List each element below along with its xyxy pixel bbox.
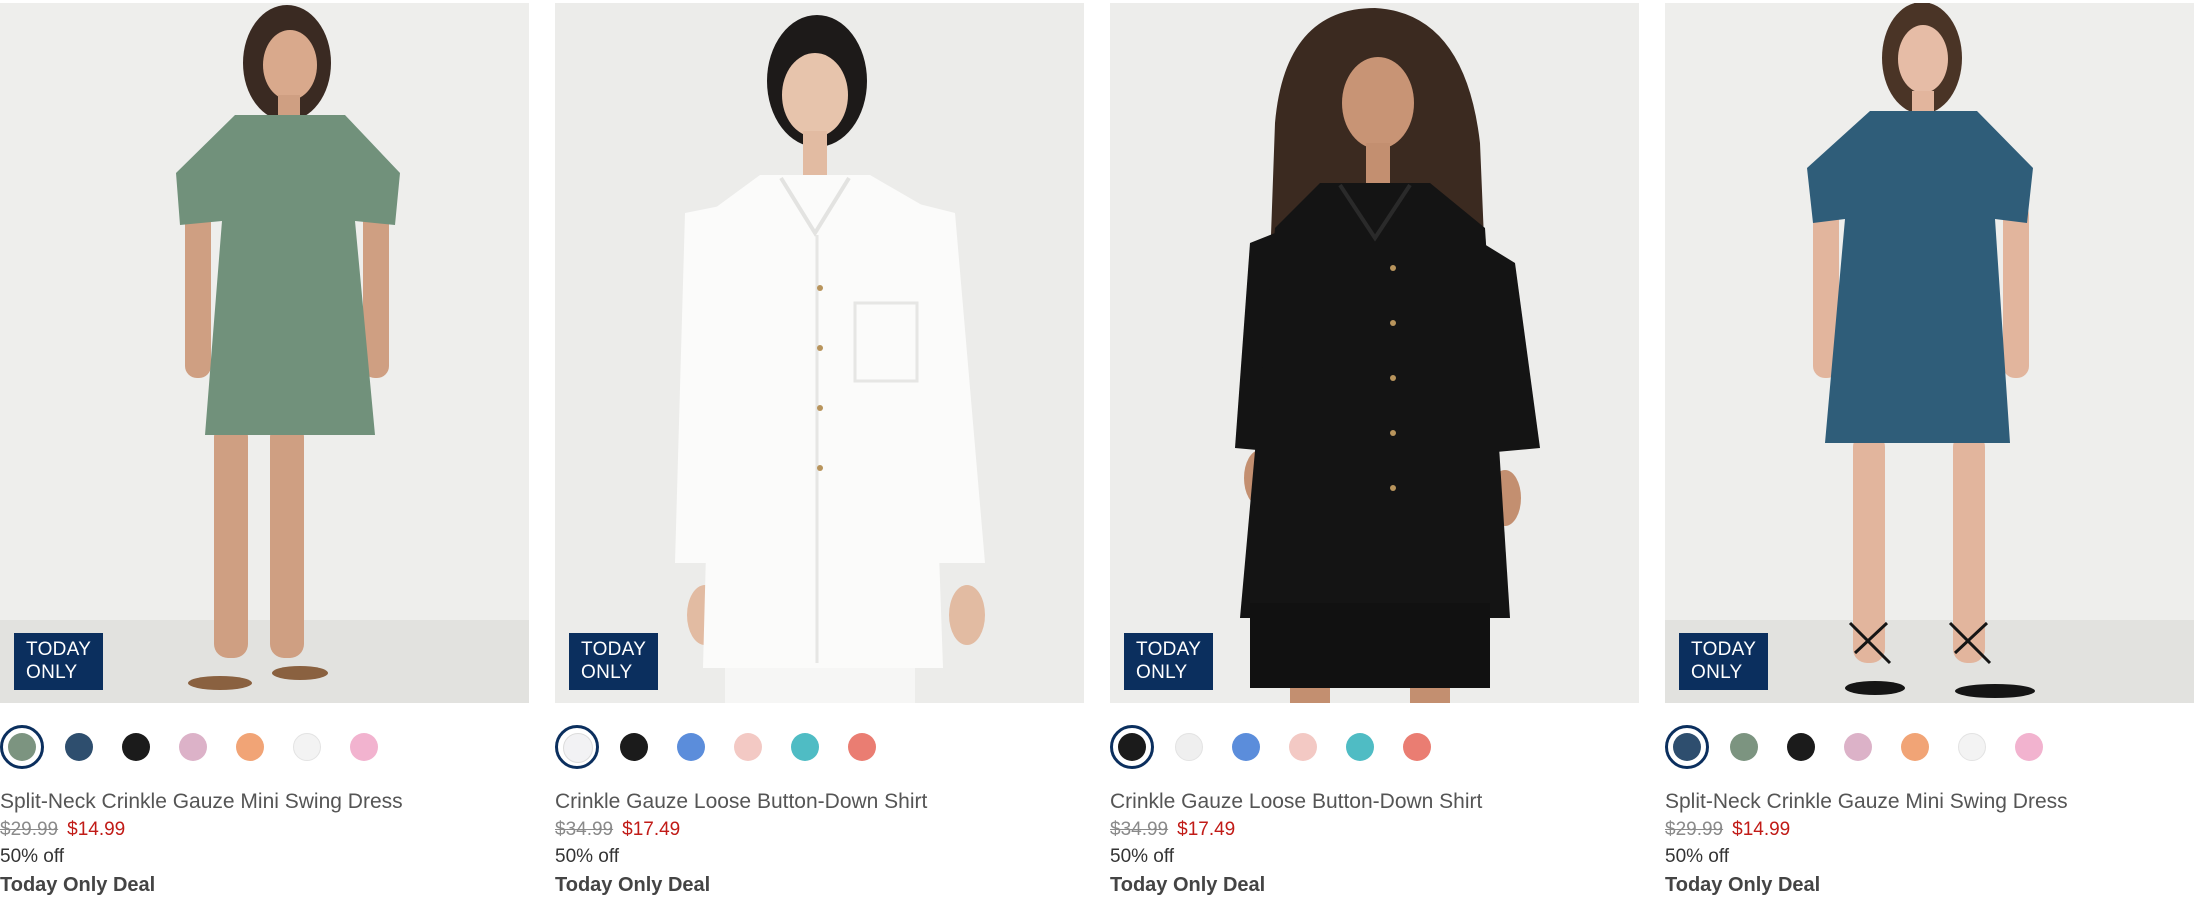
color-swatch[interactable]: [1110, 725, 1154, 769]
product-image[interactable]: TODAY ONLY: [555, 3, 1084, 703]
product-image[interactable]: TODAY ONLY: [0, 3, 529, 703]
original-price: $34.99: [555, 819, 614, 840]
model-photo: [1665, 3, 2194, 703]
color-swatch[interactable]: [293, 733, 321, 761]
product-name[interactable]: Split-Neck Crinkle Gauze Mini Swing Dres…: [0, 790, 403, 814]
product-name[interactable]: Crinkle Gauze Loose Button-Down Shirt: [555, 790, 927, 814]
sale-price: $14.99: [1732, 819, 1791, 840]
product-image[interactable]: TODAY ONLY: [1110, 3, 1639, 703]
swatch-fill: [563, 733, 593, 763]
product-name[interactable]: Split-Neck Crinkle Gauze Mini Swing Dres…: [1665, 790, 2068, 814]
swatch-fill: [1118, 733, 1146, 761]
color-swatch[interactable]: [677, 733, 705, 761]
color-swatch[interactable]: [1730, 733, 1758, 761]
color-swatch[interactable]: [0, 725, 44, 769]
color-swatch[interactable]: [1403, 733, 1431, 761]
model-photo: [555, 3, 1084, 703]
price-row: $34.99 $17.49: [1110, 819, 1235, 841]
original-price: $34.99: [1110, 819, 1169, 840]
color-swatch[interactable]: [236, 733, 264, 761]
sale-price: $17.49: [1177, 819, 1236, 840]
deal-label: Today Only Deal: [555, 874, 711, 896]
swatch-fill: [1673, 733, 1701, 761]
color-swatch[interactable]: [179, 733, 207, 761]
model-photo: [0, 3, 529, 703]
today-only-badge: TODAY ONLY: [1679, 633, 1769, 690]
product-card[interactable]: TODAY ONLY Split-Neck Crinkle Gauze Mini…: [0, 3, 529, 898]
color-swatch[interactable]: [1232, 733, 1260, 761]
product-card[interactable]: TODAY ONLY Split-Neck Crinkle Gauze Mini…: [1665, 3, 2194, 898]
color-swatch[interactable]: [1901, 733, 1929, 761]
model-photo: [1110, 3, 1639, 703]
original-price: $29.99: [1665, 819, 1724, 840]
color-swatch[interactable]: [1787, 733, 1815, 761]
original-price: $29.99: [0, 819, 59, 840]
color-swatch[interactable]: [1289, 733, 1317, 761]
color-swatch[interactable]: [2015, 733, 2043, 761]
color-swatch[interactable]: [65, 733, 93, 761]
color-swatch[interactable]: [555, 725, 599, 769]
price-row: $29.99 $14.99: [0, 819, 125, 841]
discount-label: 50% off: [0, 846, 65, 867]
color-swatch[interactable]: [1175, 733, 1203, 761]
product-image[interactable]: TODAY ONLY: [1665, 3, 2194, 703]
color-swatch[interactable]: [1844, 733, 1872, 761]
color-swatch[interactable]: [734, 733, 762, 761]
color-swatch[interactable]: [1958, 733, 1986, 761]
product-name[interactable]: Crinkle Gauze Loose Button-Down Shirt: [1110, 790, 1482, 814]
product-card[interactable]: TODAY ONLY Crinkle Gauze Loose Button-Do…: [1110, 3, 1639, 898]
discount-label: 50% off: [1665, 846, 1730, 867]
color-swatch[interactable]: [791, 733, 819, 761]
color-swatch[interactable]: [350, 733, 378, 761]
deal-label: Today Only Deal: [1110, 874, 1266, 896]
color-swatch[interactable]: [1346, 733, 1374, 761]
discount-label: 50% off: [1110, 846, 1175, 867]
deal-label: Today Only Deal: [1665, 874, 1821, 896]
color-swatch[interactable]: [1665, 725, 1709, 769]
today-only-badge: TODAY ONLY: [569, 633, 659, 690]
product-grid: TODAY ONLY Split-Neck Crinkle Gauze Mini…: [0, 0, 2196, 898]
swatch-fill: [8, 733, 36, 761]
sale-price: $17.49: [622, 819, 681, 840]
price-row: $29.99 $14.99: [1665, 819, 1790, 841]
product-card[interactable]: TODAY ONLY Crinkle Gauze Loose Button-Do…: [555, 3, 1084, 898]
sale-price: $14.99: [67, 819, 126, 840]
color-swatch[interactable]: [122, 733, 150, 761]
today-only-badge: TODAY ONLY: [1124, 633, 1214, 690]
discount-label: 50% off: [555, 846, 620, 867]
price-row: $34.99 $17.49: [555, 819, 680, 841]
color-swatch[interactable]: [620, 733, 648, 761]
today-only-badge: TODAY ONLY: [14, 633, 104, 690]
color-swatch[interactable]: [848, 733, 876, 761]
deal-label: Today Only Deal: [0, 874, 156, 896]
